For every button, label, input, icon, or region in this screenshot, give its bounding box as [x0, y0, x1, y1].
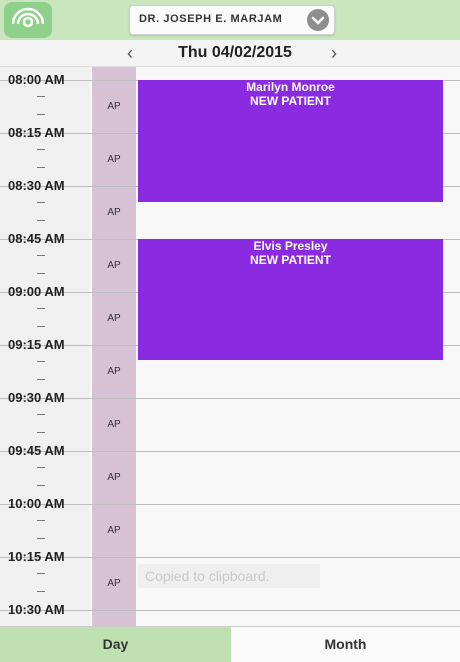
tick-mark	[37, 220, 45, 221]
tick-mark	[37, 167, 45, 168]
top-bar: DR. JOSEPH E. MARJAM	[0, 0, 460, 40]
tick-mark	[37, 255, 45, 256]
time-grid-line	[0, 398, 460, 399]
appointment-patient-name: Elvis Presley	[253, 239, 328, 253]
clipboard-toast: Copied to clipboard.	[138, 564, 320, 588]
app-logo-icon[interactable]	[4, 2, 52, 38]
tick-mark	[37, 467, 45, 468]
chevron-left-icon[interactable]: ‹	[121, 43, 139, 63]
tick-mark	[37, 538, 45, 539]
day-calendar[interactable]: 08:00 AM 08:15 AM 08:30 AM 08:45 AM 09:0…	[0, 66, 460, 627]
appointment-block[interactable]: Marilyn Monroe NEW PATIENT	[138, 80, 443, 202]
time-grid-line	[0, 451, 460, 452]
ap-column	[92, 67, 136, 627]
appointment-type: NEW PATIENT	[250, 94, 331, 108]
time-label: 08:30 AM	[8, 178, 65, 193]
time-grid-line	[0, 504, 460, 505]
time-label: 09:45 AM	[8, 443, 65, 458]
tick-mark	[37, 414, 45, 415]
doctor-select[interactable]: DR. JOSEPH E. MARJAM	[129, 5, 335, 35]
ap-slot-label: AP	[107, 525, 121, 536]
time-grid-line	[0, 610, 460, 611]
view-tabs: Day Month	[0, 626, 460, 662]
appointment-patient-name: Marilyn Monroe	[246, 80, 335, 94]
tick-mark	[37, 308, 45, 309]
tick-mark	[37, 591, 45, 592]
ap-slot-label: AP	[107, 366, 121, 377]
time-label: 09:00 AM	[8, 284, 65, 299]
chevron-right-icon[interactable]: ›	[325, 43, 343, 63]
time-label: 09:15 AM	[8, 337, 65, 352]
time-label: 08:00 AM	[8, 72, 65, 87]
time-label: 10:30 AM	[8, 602, 65, 617]
appointment-block[interactable]: Elvis Presley NEW PATIENT	[138, 239, 443, 360]
tick-mark	[37, 114, 45, 115]
ap-slot-label: AP	[107, 207, 121, 218]
ap-slot-label: AP	[107, 472, 121, 483]
tick-mark	[37, 432, 45, 433]
doctor-name: DR. JOSEPH E. MARJAM	[139, 13, 283, 25]
date-navigation: ‹ Thu 04/02/2015 ›	[0, 40, 460, 66]
ap-slot-label: AP	[107, 154, 121, 165]
tick-mark	[37, 361, 45, 362]
tab-month[interactable]: Month	[231, 627, 460, 662]
tab-day[interactable]: Day	[0, 627, 231, 662]
tick-mark	[37, 485, 45, 486]
tick-mark	[37, 326, 45, 327]
ap-slot-label: AP	[107, 101, 121, 112]
appointment-type: NEW PATIENT	[250, 253, 331, 267]
time-grid-line	[0, 557, 460, 558]
time-label: 10:15 AM	[8, 549, 65, 564]
ap-slot-label: AP	[107, 578, 121, 589]
ap-slot-label: AP	[107, 313, 121, 324]
tick-mark	[37, 149, 45, 150]
chevron-down-icon[interactable]	[307, 9, 329, 31]
ap-slot-label: AP	[107, 419, 121, 430]
tick-mark	[37, 520, 45, 521]
current-date: Thu 04/02/2015	[178, 44, 292, 61]
time-label: 08:15 AM	[8, 125, 65, 140]
tick-mark	[37, 379, 45, 380]
tick-mark	[37, 202, 45, 203]
ap-slot-label: AP	[107, 260, 121, 271]
tick-mark	[37, 273, 45, 274]
time-label: 08:45 AM	[8, 231, 65, 246]
time-label: 10:00 AM	[8, 496, 65, 511]
time-label: 09:30 AM	[8, 390, 65, 405]
tick-mark	[37, 96, 45, 97]
tick-mark	[37, 573, 45, 574]
